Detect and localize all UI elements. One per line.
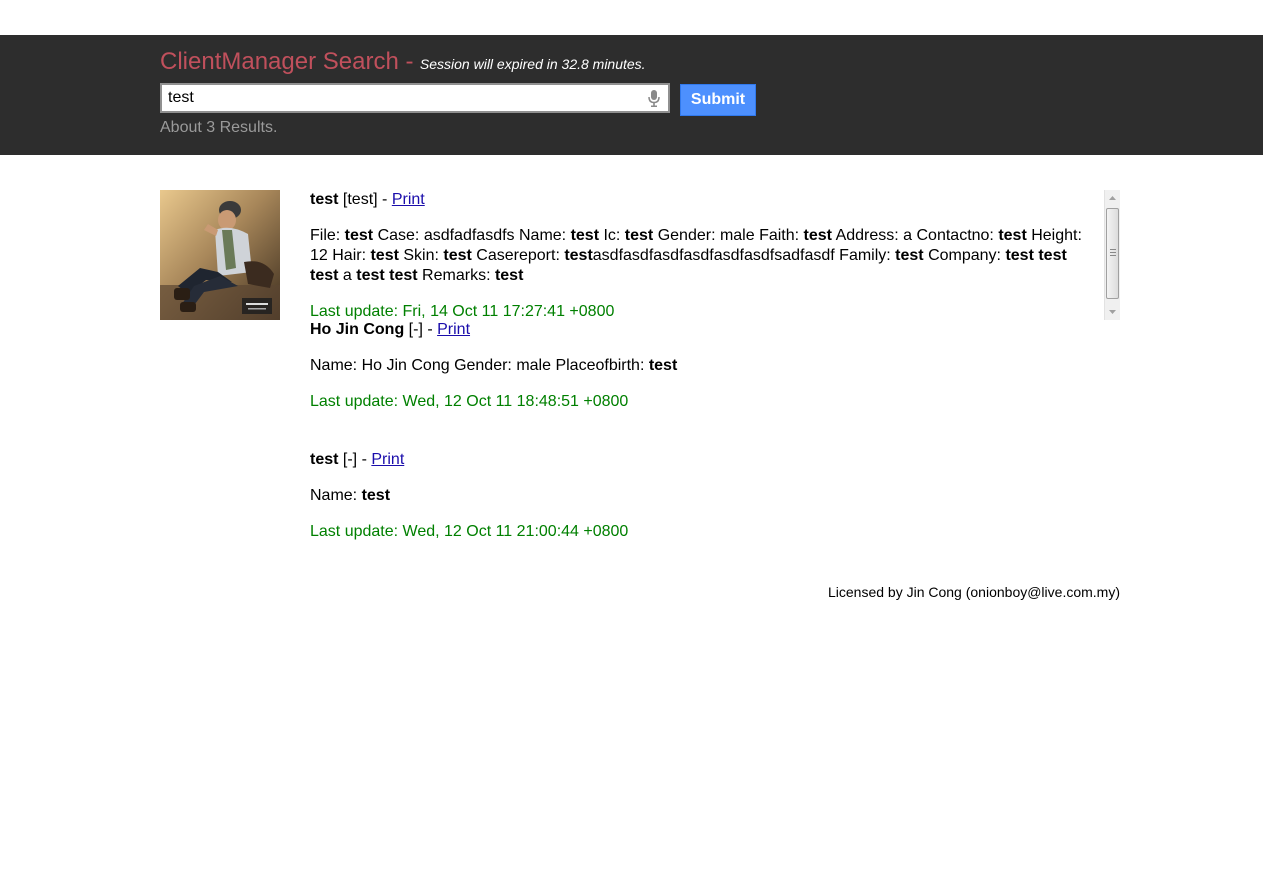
license-footer: Licensed by Jin Cong (onionboy@live.com.… [827,584,1120,600]
result-separator: - [361,451,367,468]
result-last-update: Last update: Wed, 12 Oct 11 18:48:51 +08… [310,393,629,410]
highlighted-term: test [1005,247,1034,264]
highlighted-term: test [344,227,374,244]
submit-button[interactable]: Submit [680,84,756,116]
scroll-up-arrow-icon[interactable] [1105,190,1120,206]
search-header: ClientManager Search - Session will expi… [0,35,1263,155]
result-body: File: test Case: asdfadfasdfs Name: test… [310,226,1095,286]
result-text: Gender: male Faith: [653,227,804,244]
result-text: asdfasdfasdfasdfasdfasdfsadfasdf Family: [592,247,896,264]
search-box[interactable] [160,83,670,113]
print-link[interactable]: Print [371,451,404,468]
result-text: File: [310,227,345,244]
result-title: test [310,191,339,208]
result-item: test [-] - Print Name: test Last update:… [310,450,1100,542]
result-header: test [-] - Print [310,450,1100,470]
scroll-thumb[interactable] [1106,208,1119,299]
scroll-down-arrow-icon[interactable] [1105,304,1120,320]
highlighted-term: test [361,487,391,504]
highlighted-term: test [564,247,593,264]
highlighted-term: test [370,247,399,264]
session-note: Session will expired in 32.8 minutes. [419,56,646,72]
search-input[interactable] [168,85,638,111]
result-title: Ho Jin Cong [310,321,405,338]
microphone-icon[interactable] [648,90,660,107]
result-item: test [test] - Print File: test Case: asd… [310,190,1095,322]
highlighted-term: test [648,357,678,374]
result-header: Ho Jin Cong [-] - Print [310,320,1100,340]
highlighted-term: test [998,227,1027,244]
result-tag: [-] [342,451,358,468]
highlighted-term: test [389,267,418,284]
result-text: Ic: [599,227,625,244]
result-text: Name: [310,487,362,504]
result-text: Case: asdfadfasdfs Name: [373,227,571,244]
app-title: ClientManager Search - [160,48,414,75]
result-tag: [test] [342,191,378,208]
profile-photo [160,190,280,320]
result-text: Name: Ho Jin Cong Gender: male Placeofbi… [310,357,649,374]
result-text: Address: a Contactno: [832,227,999,244]
highlighted-term: test [443,247,472,264]
title-row: ClientManager Search - Session will expi… [160,48,646,76]
result-header: test [test] - Print [310,190,1095,210]
scroll-grip-icon [1110,249,1116,258]
highlighted-term: test [356,267,385,284]
result-tag: [-] [408,321,423,338]
result-text: a [338,267,357,284]
highlighted-term: test [624,227,654,244]
highlighted-term: test [494,267,524,284]
print-link[interactable]: Print [392,191,425,208]
result-last-update: Last update: Wed, 12 Oct 11 21:00:44 +08… [310,523,629,540]
result-body: Name: Ho Jin Cong Gender: male Placeofbi… [310,356,1100,376]
highlighted-term: test [570,227,600,244]
highlighted-term: test [310,267,339,284]
result-text: Skin: [398,247,444,264]
highlighted-term: test [803,227,832,244]
result-text: Company: [923,247,1006,264]
results-scrollbar[interactable] [1104,190,1120,320]
result-text: Casereport: [471,247,565,264]
highlighted-term: test [895,247,924,264]
result-item: Ho Jin Cong [-] - Print Name: Ho Jin Con… [310,320,1100,412]
highlighted-term: test [1038,247,1067,264]
result-text: Remarks: [417,267,495,284]
result-title: test [310,451,339,468]
results-count: About 3 Results. [160,119,278,136]
result-last-update: Last update: Fri, 14 Oct 11 17:27:41 +08… [310,303,615,320]
print-link[interactable]: Print [437,321,470,338]
result-body: Name: test [310,486,1100,506]
result-separator: - [382,191,388,208]
result-separator: - [427,321,433,338]
